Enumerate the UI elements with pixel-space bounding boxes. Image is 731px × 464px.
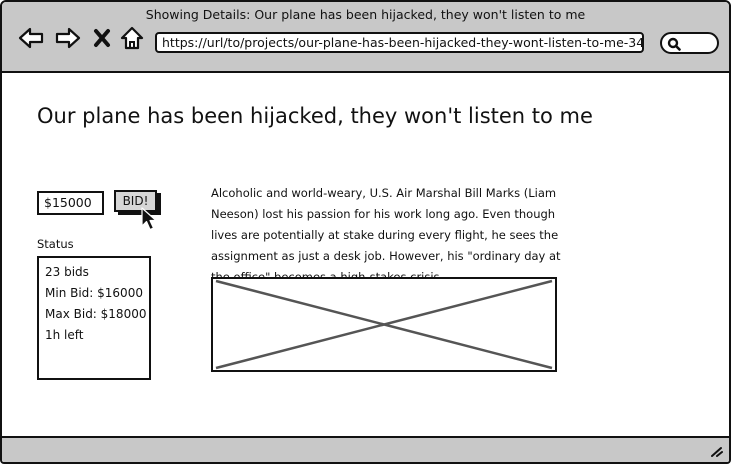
image-placeholder: [211, 277, 557, 372]
time-left: 1h left: [45, 328, 84, 342]
status-label: Status: [37, 237, 74, 251]
back-icon[interactable]: [18, 26, 44, 50]
status-box: 23 bids Min Bid: $16000 Max Bid: $18000 …: [37, 256, 151, 380]
bid-amount-input[interactable]: $15000: [37, 191, 104, 215]
max-bid: Max Bid: $18000: [45, 307, 147, 321]
image-placeholder-icon: [215, 279, 553, 370]
min-bid: Min Bid: $16000: [45, 286, 143, 300]
browser-window: Showing Details: Our plane has been hija…: [0, 0, 731, 464]
search-input[interactable]: [660, 32, 719, 54]
page-title: Our plane has been hijacked, they won't …: [37, 104, 593, 128]
home-icon[interactable]: [119, 26, 145, 50]
window-title: Showing Details: Our plane has been hija…: [145, 7, 586, 22]
browser-toolbar: Showing Details: Our plane has been hija…: [2, 2, 729, 73]
mouse-cursor-icon: [141, 207, 157, 231]
bid-count: 23 bids: [45, 265, 89, 279]
window-status-bar: [2, 436, 729, 462]
resize-grip-icon[interactable]: [709, 445, 723, 457]
close-icon[interactable]: [92, 26, 112, 50]
search-icon: [667, 37, 681, 51]
movie-description: Alcoholic and world-weary, U.S. Air Mars…: [211, 186, 561, 284]
url-input[interactable]: https://url/to/projects/our-plane-has-be…: [155, 32, 644, 53]
forward-icon[interactable]: [55, 26, 81, 50]
